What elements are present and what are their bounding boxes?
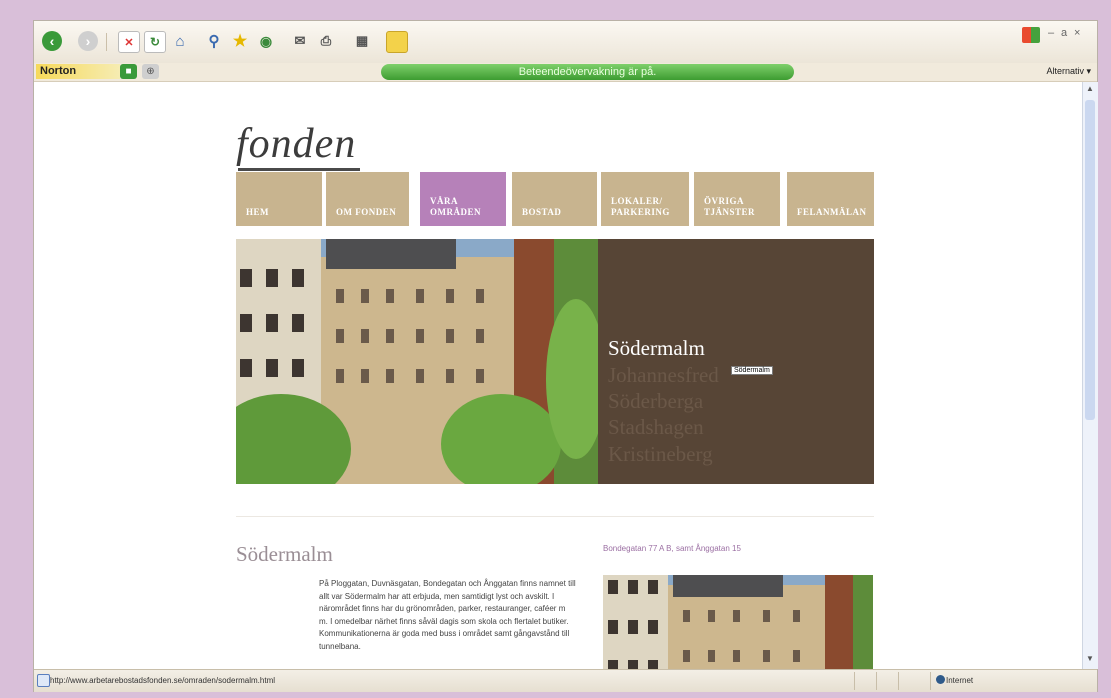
status-separator <box>854 672 855 690</box>
norton-status-bar[interactable]: Beteendeövervakning är på. <box>381 64 794 80</box>
area-link-sodermalm[interactable]: Södermalm <box>608 336 705 361</box>
area-link-soderberga[interactable]: Söderberga <box>608 389 703 414</box>
browser-window: ‹ › ✕ ↻ ⌂ ⚲ ★ ◉ ✉ ⎙ ▦ – a × Norton ■ ⊕ B… <box>33 20 1098 692</box>
nav-label-line2: OMRÅDEN <box>430 207 481 217</box>
nav-label-line1: VÅRA <box>430 196 458 206</box>
area-link-stadshagen[interactable]: Stadshagen <box>608 415 704 440</box>
forward-icon[interactable]: › <box>78 31 98 51</box>
status-separator <box>930 672 931 690</box>
history-icon[interactable]: ◉ <box>256 31 276 51</box>
norton-safe-web-icon[interactable]: ■ <box>120 64 137 79</box>
area-description: På Ploggatan, Duvnäsgatan, Bondegatan oc… <box>319 579 576 651</box>
back-icon[interactable]: ‹ <box>42 31 62 51</box>
edit-icon[interactable]: ▦ <box>352 31 372 51</box>
nav-home[interactable]: HEM <box>236 172 322 226</box>
area-link-johannesfred[interactable]: Johannesfred <box>608 363 719 388</box>
norton-identity-icon[interactable]: ⊕ <box>142 64 159 79</box>
options-menu[interactable]: Alternativ ▾ <box>1046 66 1091 77</box>
nav-label-line1: ÖVRIGA <box>704 196 745 206</box>
messenger-icon[interactable] <box>386 31 408 53</box>
minimize-button[interactable]: – <box>1048 27 1054 39</box>
page-title: Södermalm <box>236 542 333 566</box>
nav-about[interactable]: OM FONDEN <box>326 172 409 226</box>
mail-icon[interactable]: ✉ <box>290 31 310 51</box>
windows-flag-icon <box>1022 27 1040 43</box>
nav-label: HEM <box>246 207 269 217</box>
favorites-icon[interactable]: ★ <box>230 31 250 51</box>
scroll-thumb[interactable] <box>1085 100 1095 420</box>
status-separator <box>876 672 877 690</box>
home-icon[interactable]: ⌂ <box>170 31 190 51</box>
fonden-logo[interactable]: fonden <box>236 120 356 168</box>
norton-toolbar: Norton ■ ⊕ Beteendeövervakning är på. Al… <box>34 63 1097 82</box>
nav-label: FELANMÄLAN <box>797 207 867 217</box>
stop-icon[interactable]: ✕ <box>118 31 140 53</box>
nav-label-line2: PARKERING <box>611 207 670 217</box>
refresh-icon[interactable]: ↻ <box>144 31 166 53</box>
search-icon[interactable]: ⚲ <box>204 31 224 51</box>
browser-toolbar: ‹ › ✕ ↻ ⌂ ⚲ ★ ◉ ✉ ⎙ ▦ – a × <box>34 21 1097 64</box>
nav-areas[interactable]: VÅRA OMRÅDEN <box>420 172 506 226</box>
page-icon <box>37 674 50 687</box>
toolbar-separator <box>106 33 107 51</box>
scroll-up-icon[interactable]: ▲ <box>1085 84 1095 96</box>
nav-services[interactable]: ÖVRIGA TJÄNSTER <box>694 172 780 226</box>
page-viewport: fonden HEM OM FONDEN VÅRA OMRÅDEN BOSTAD… <box>34 82 1082 669</box>
nav-housing[interactable]: BOSTAD <box>512 172 597 226</box>
nav-label: OM FONDEN <box>336 207 397 217</box>
logo-underline <box>238 168 360 171</box>
status-url: http://www.arbetarebostadsfonden.se/omra… <box>50 676 276 685</box>
scroll-down-icon[interactable]: ▼ <box>1085 654 1095 666</box>
print-icon[interactable]: ⎙ <box>316 31 336 51</box>
maximize-button[interactable]: a <box>1061 27 1067 39</box>
norton-logo[interactable]: Norton <box>36 64 120 79</box>
internet-zone-icon <box>936 675 945 684</box>
nav-label: BOSTAD <box>522 207 562 217</box>
area-link-kristineberg[interactable]: Kristineberg <box>608 442 713 467</box>
close-button[interactable]: × <box>1074 27 1080 39</box>
nav-report[interactable]: FELANMÄLAN <box>787 172 874 226</box>
status-separator <box>898 672 899 690</box>
nav-label-line1: LOKALER/ <box>611 196 663 206</box>
content-divider <box>236 516 874 517</box>
nav-premises[interactable]: LOKALER/ PARKERING <box>601 172 689 226</box>
address-caption: Bondegatan 77 A B, samt Ånggatan 15 <box>603 544 741 553</box>
security-zone: Internet <box>946 676 974 685</box>
nav-label-line2: TJÄNSTER <box>704 207 756 217</box>
vertical-scrollbar[interactable]: ▲ ▼ <box>1082 82 1098 669</box>
link-tooltip: Södermalm <box>731 366 773 375</box>
courtyard-photo <box>236 239 598 484</box>
address-photo <box>603 575 873 669</box>
status-bar: http://www.arbetarebostadsfonden.se/omra… <box>34 669 1097 692</box>
